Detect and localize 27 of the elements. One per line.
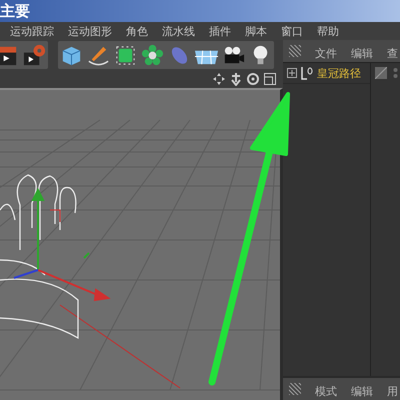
panel-tab[interactable]: 文件 — [315, 46, 337, 60]
menu-item[interactable]: 帮助 — [317, 24, 339, 38]
menu-item[interactable]: 窗口 — [281, 24, 303, 38]
panel-tab[interactable]: 模式 — [315, 384, 337, 398]
menu-item[interactable]: 运动跟踪 — [10, 24, 54, 38]
panel-tab[interactable]: 用 — [387, 384, 398, 398]
menu-item[interactable]: 流水线 — [162, 24, 195, 38]
null-object-icon — [300, 66, 314, 80]
panel-grip-icon[interactable] — [289, 45, 301, 57]
panel-tab[interactable]: 查 — [387, 46, 398, 60]
window-title: 主要 — [0, 2, 30, 20]
menu-item[interactable]: 运动图形 — [68, 24, 112, 38]
panel-tab[interactable]: 编辑 — [351, 384, 373, 398]
menu-item[interactable]: 插件 — [209, 24, 231, 38]
down-arrow-icon[interactable] — [229, 72, 243, 86]
panel-grip-icon[interactable] — [289, 383, 301, 395]
panel-tab[interactable]: 编辑 — [351, 46, 373, 60]
object-name[interactable]: 皇冠路径 — [317, 66, 361, 80]
menu-item[interactable]: 脚本 — [245, 24, 267, 38]
dots-icon — [393, 67, 398, 79]
rotate-icon[interactable] — [246, 72, 260, 86]
gear-clapper-icon[interactable] — [22, 42, 47, 68]
move-arrows-icon[interactable] — [212, 72, 226, 86]
expand-icon[interactable] — [287, 68, 297, 78]
menu-item[interactable]: 角色 — [126, 24, 148, 38]
flower-icon[interactable] — [140, 42, 165, 68]
maximize-icon[interactable] — [263, 72, 277, 86]
